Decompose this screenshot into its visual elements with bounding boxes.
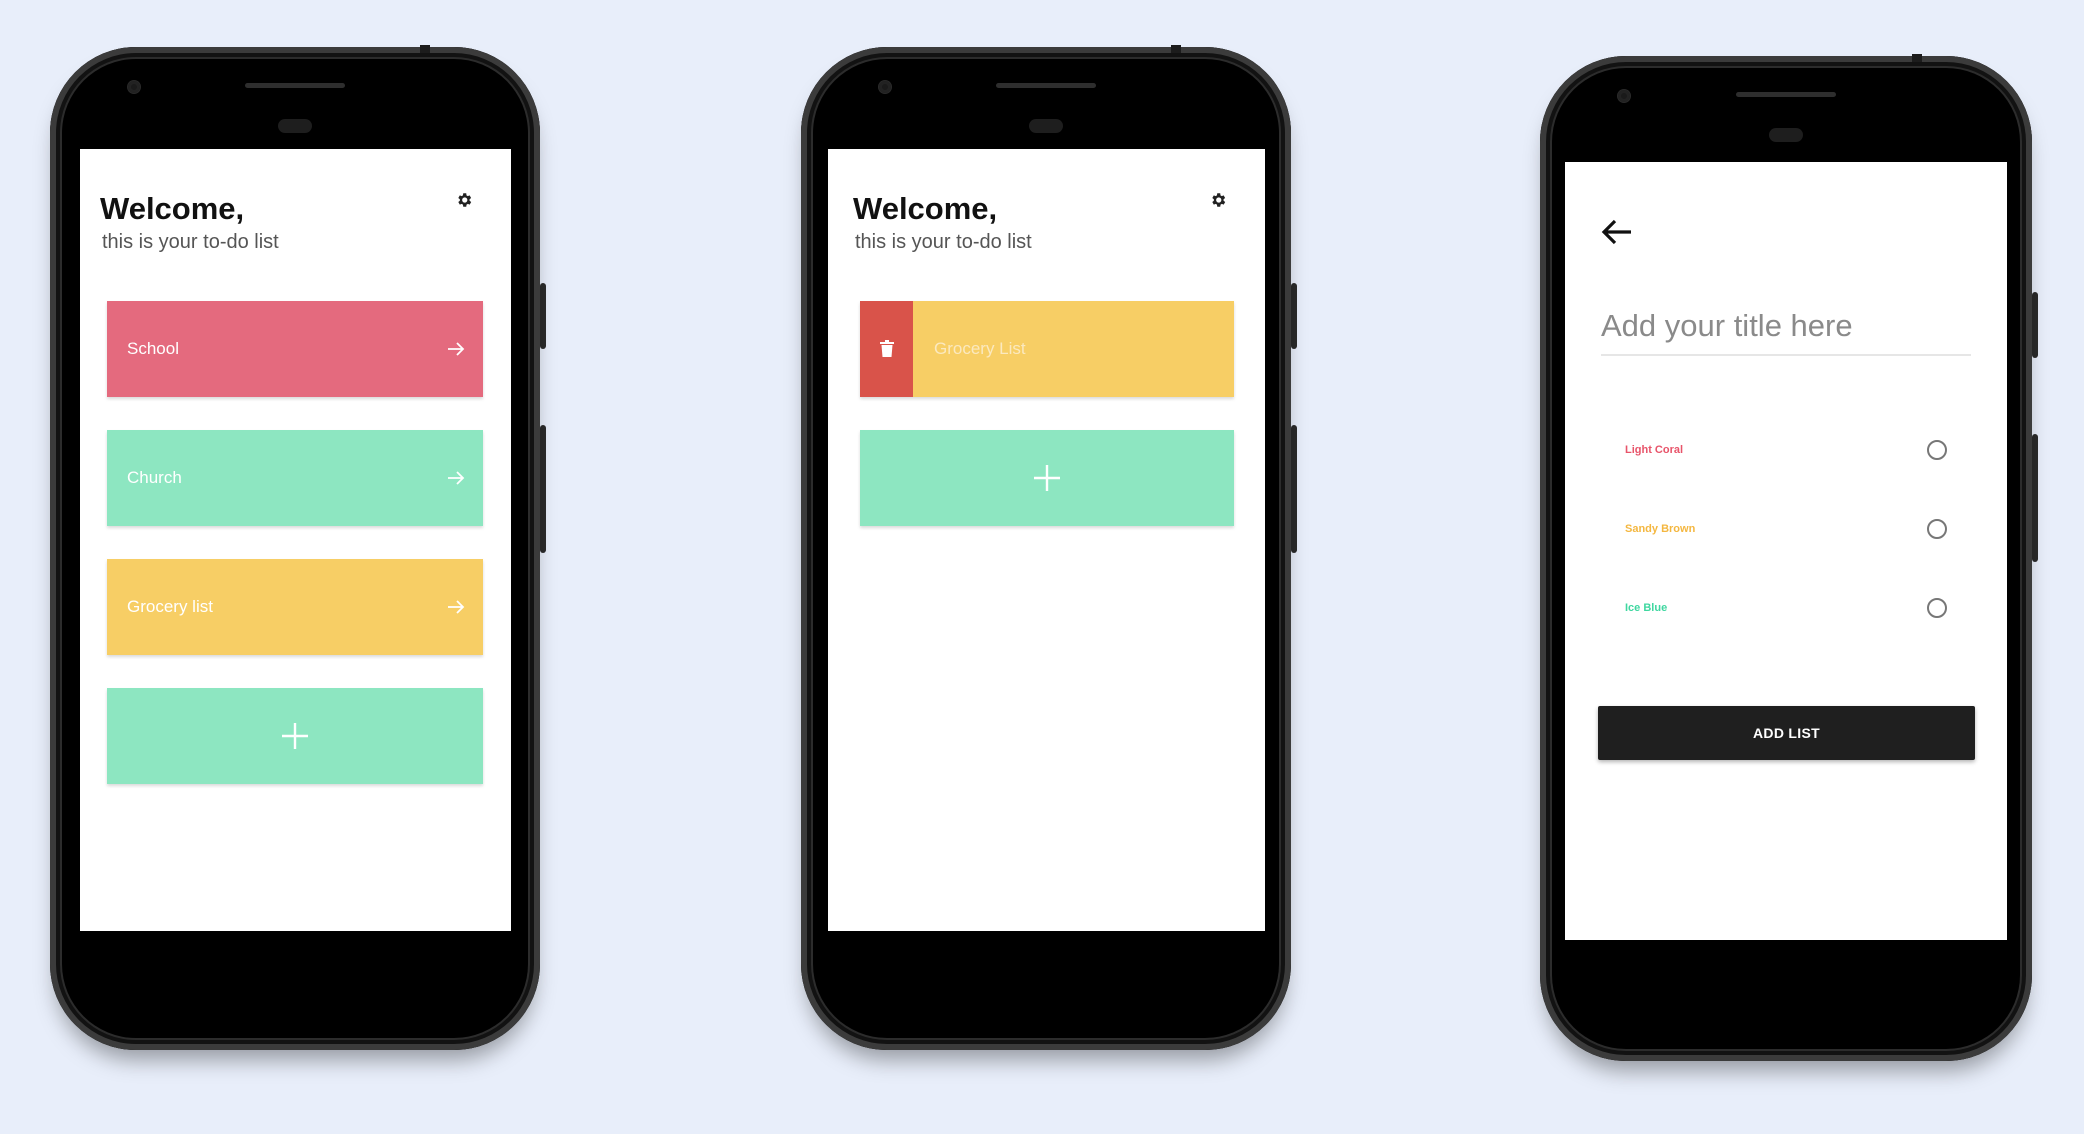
front-camera — [879, 81, 891, 93]
screen-swipe-delete: Welcome, this is your to-do list Grocery… — [828, 149, 1265, 931]
color-option-label: Ice Blue — [1625, 602, 1668, 614]
plus-icon — [282, 723, 308, 749]
list-card-school[interactable]: School — [107, 301, 483, 397]
volume-button — [2032, 434, 2038, 562]
phone-mockup-home: Welcome, this is your to-do list School … — [50, 45, 546, 1050]
list-card-grocery[interactable]: Grocery list — [107, 559, 483, 655]
earpiece-speaker — [996, 83, 1096, 88]
list-card-label: Church — [127, 468, 182, 487]
color-radio[interactable] — [1927, 598, 1947, 618]
gear-icon[interactable] — [455, 191, 473, 209]
screen-add-list: Light Coral Sandy Brown Ice Blue ADD LIS… — [1565, 162, 2007, 940]
color-option-ice-blue[interactable]: Ice Blue — [1625, 596, 1947, 624]
welcome-subtitle: this is your to-do list — [855, 231, 1032, 253]
arrow-right-icon — [448, 600, 465, 614]
volume-button — [540, 425, 546, 553]
color-option-sandy-brown[interactable]: Sandy Brown — [1625, 517, 1947, 545]
welcome-title: Welcome, — [100, 191, 245, 226]
delete-button[interactable] — [860, 301, 913, 397]
welcome-title: Welcome, — [853, 191, 998, 226]
earpiece-speaker — [1736, 92, 1836, 97]
volume-button — [1291, 425, 1297, 553]
proximity-sensor — [1769, 128, 1803, 142]
list-card-label: School — [127, 339, 179, 358]
power-button — [2032, 292, 2038, 358]
list-title-input[interactable] — [1601, 300, 1971, 356]
frame-notch — [1912, 54, 1922, 62]
plus-icon — [1034, 465, 1060, 491]
power-button — [540, 283, 546, 349]
list-card-grocery-swiped[interactable]: Grocery List — [860, 301, 1234, 397]
phone-mockup-add-list: Light Coral Sandy Brown Ice Blue ADD LIS… — [1540, 54, 2038, 1061]
earpiece-speaker — [245, 83, 345, 88]
add-list-card[interactable] — [860, 430, 1234, 526]
welcome-subtitle: this is your to-do list — [102, 231, 279, 253]
gear-icon[interactable] — [1209, 191, 1227, 209]
color-option-label: Light Coral — [1625, 444, 1684, 456]
list-card-church[interactable]: Church — [107, 430, 483, 526]
screen-home: Welcome, this is your to-do list School … — [80, 149, 511, 931]
front-camera — [1618, 90, 1630, 102]
power-button — [1291, 283, 1297, 349]
proximity-sensor — [1029, 119, 1063, 133]
arrow-right-icon — [448, 471, 465, 485]
frame-notch — [1171, 45, 1181, 53]
add-list-card[interactable] — [107, 688, 483, 784]
color-radio[interactable] — [1927, 519, 1947, 539]
list-card-label: Grocery List — [934, 339, 1026, 358]
trash-icon — [879, 340, 894, 357]
frame-notch — [420, 45, 430, 53]
list-card-label: Grocery list — [127, 597, 213, 616]
proximity-sensor — [278, 119, 312, 133]
arrow-left-icon[interactable] — [1601, 218, 1633, 246]
arrow-right-icon — [448, 342, 465, 356]
phone-mockup-swipe-delete: Welcome, this is your to-do list Grocery… — [801, 45, 1297, 1050]
front-camera — [128, 81, 140, 93]
add-list-button[interactable]: ADD LIST — [1598, 706, 1975, 760]
color-radio[interactable] — [1927, 440, 1947, 460]
color-option-label: Sandy Brown — [1625, 523, 1696, 535]
color-option-light-coral[interactable]: Light Coral — [1625, 438, 1947, 466]
